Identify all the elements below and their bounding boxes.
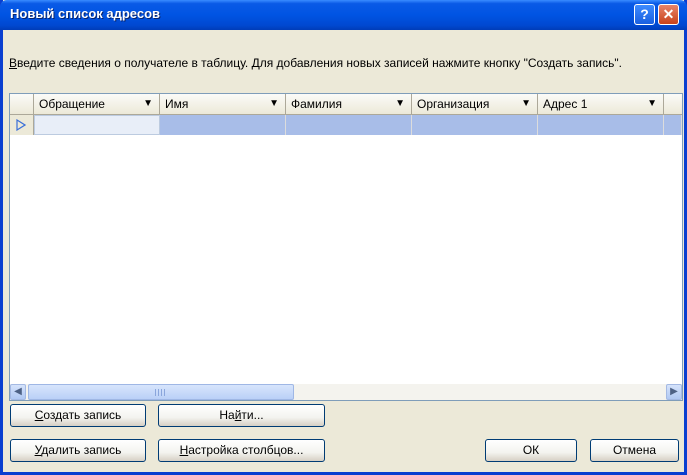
close-button[interactable]: ✕ <box>658 4 679 25</box>
grid-header: Обращение ▼ Имя ▼ Фамилия ▼ Организация … <box>10 94 682 115</box>
column-header-address1[interactable]: Адрес 1 ▼ <box>538 94 664 114</box>
row-selector[interactable] <box>10 115 34 135</box>
cancel-button[interactable]: Отмена <box>590 439 679 462</box>
dropdown-arrow-icon[interactable]: ▼ <box>269 98 279 109</box>
column-header-last-name[interactable]: Фамилия ▼ <box>286 94 412 114</box>
scroll-right-icon[interactable]: ▶ <box>666 384 682 400</box>
instructions-text: Введите сведения о получателе в таблицу.… <box>9 56 683 70</box>
button-label: оздать запись <box>43 408 122 422</box>
column-header-label: Организация <box>417 97 490 111</box>
row-header-corner <box>10 94 34 114</box>
window-title: Новый список адресов <box>10 6 161 21</box>
table-cell[interactable] <box>34 115 160 135</box>
dialog-window: Новый список адресов ? ✕ Введите сведени… <box>0 0 687 475</box>
accel-key: Н <box>179 443 189 457</box>
scrollbar-thumb[interactable] <box>28 384 294 400</box>
dropdown-arrow-icon[interactable]: ▼ <box>143 98 153 109</box>
table-cell[interactable] <box>538 115 664 135</box>
ok-button[interactable]: ОК <box>485 439 577 462</box>
current-row-arrow-icon <box>16 119 26 131</box>
address-grid[interactable]: Обращение ▼ Имя ▼ Фамилия ▼ Организация … <box>9 93 683 401</box>
table-cell[interactable] <box>160 115 286 135</box>
scroll-left-icon[interactable]: ◀ <box>10 384 26 400</box>
grip-icon <box>155 389 165 396</box>
column-header-label: Обращение <box>39 97 105 111</box>
column-header-label: Имя <box>165 97 189 111</box>
table-cell-filler <box>664 115 682 135</box>
table-row[interactable] <box>10 115 682 135</box>
horizontal-scrollbar[interactable]: ◀ ▶ <box>10 384 682 400</box>
find-button[interactable]: Найти... <box>158 404 325 427</box>
column-header-filler <box>664 94 682 114</box>
column-header-label: Фамилия <box>291 97 342 111</box>
button-label: астройка столбцов... <box>188 443 304 457</box>
dropdown-arrow-icon[interactable]: ▼ <box>395 98 405 109</box>
column-header-first-name[interactable]: Имя ▼ <box>160 94 286 114</box>
column-header-label: Адрес 1 <box>543 97 588 111</box>
new-entry-button[interactable]: Создать запись <box>10 404 146 427</box>
button-label-pre: На <box>219 408 235 422</box>
button-label: ти... <box>241 408 264 422</box>
instructions-accel: В <box>9 56 18 70</box>
delete-entry-button[interactable]: Удалить запись <box>10 439 146 462</box>
dropdown-arrow-icon[interactable]: ▼ <box>647 98 657 109</box>
customize-columns-button[interactable]: Настройка столбцов... <box>158 439 325 462</box>
table-cell[interactable] <box>286 115 412 135</box>
column-header-organization[interactable]: Организация ▼ <box>412 94 538 114</box>
help-button[interactable]: ? <box>634 4 655 25</box>
column-header-salutation[interactable]: Обращение ▼ <box>34 94 160 114</box>
button-label: далить запись <box>41 443 122 457</box>
table-cell[interactable] <box>412 115 538 135</box>
instructions-body: ведите сведения о получателе в таблицу. … <box>17 56 622 70</box>
title-bar[interactable]: Новый список адресов ? ✕ <box>0 0 687 30</box>
dropdown-arrow-icon[interactable]: ▼ <box>521 98 531 109</box>
